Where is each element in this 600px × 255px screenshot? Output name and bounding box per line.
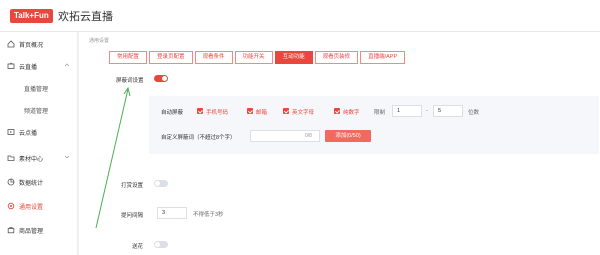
sidebar-item-label: 素材中心 bbox=[19, 157, 44, 163]
phone-checkbox[interactable] bbox=[197, 108, 203, 114]
custom-words-counter: 0/8 bbox=[305, 133, 312, 139]
block-words-panel: 自动屏蔽 手机号码 邮箱 英文字母 纯数字 限制 1 - 5 位数 自定义屏蔽词… bbox=[149, 96, 599, 154]
folder-icon bbox=[7, 155, 15, 161]
sidebar-item-vod[interactable]: 云点播 bbox=[0, 124, 78, 140]
settings-tabs: 常用配置 登录页配置 观看条件 功能开关 互动功能 观看页装修 直播端/APP bbox=[109, 51, 407, 64]
reward-label: 打赏设置 bbox=[121, 183, 144, 189]
sidebar-item-label: 商品管理 bbox=[19, 229, 44, 235]
limit-min-input[interactable]: 1 bbox=[392, 105, 422, 117]
chart-icon bbox=[7, 178, 15, 186]
sidebar-item-materials[interactable]: 素材中心 bbox=[0, 150, 78, 166]
flower-label: 送花 bbox=[132, 244, 144, 250]
sidebar-item-home[interactable]: 首页概况 bbox=[0, 36, 78, 52]
sidebar: 首页概况 云直播 直播管理 频道管理 云点播 素材中心 数据统计 通用设置 商品… bbox=[0, 32, 78, 255]
limit-max-input[interactable]: 5 bbox=[433, 105, 463, 117]
letters-checkbox[interactable] bbox=[283, 108, 289, 114]
breadcrumb: 通用设置 bbox=[89, 38, 110, 44]
digits-checkbox[interactable] bbox=[334, 108, 340, 114]
chevron-down-icon bbox=[64, 155, 70, 159]
shop-icon bbox=[7, 227, 15, 234]
tab-common-config[interactable]: 常用配置 bbox=[109, 51, 148, 64]
custom-words-label: 自定义屏蔽词（不超过8个字） bbox=[161, 135, 236, 141]
block-words-toggle[interactable] bbox=[154, 75, 168, 82]
sidebar-item-products[interactable]: 商品管理 bbox=[0, 222, 78, 238]
limit-label: 限制 bbox=[374, 110, 386, 116]
top-bar: Talk+Fun 欢拓云直播 bbox=[0, 0, 600, 32]
tab-viewing-conditions[interactable]: 观看条件 bbox=[194, 51, 233, 64]
email-checkbox-label: 邮箱 bbox=[256, 110, 268, 116]
sidebar-item-label: 云直播 bbox=[19, 65, 38, 71]
sidebar-item-live[interactable]: 云直播 bbox=[0, 58, 78, 74]
sidebar-item-label: 直播管理 bbox=[24, 87, 49, 93]
tab-login-page[interactable]: 登录页配置 bbox=[149, 51, 193, 64]
sidebar-item-general-settings[interactable]: 通用设置 bbox=[0, 198, 78, 214]
tab-interactive-features[interactable]: 互动功能 bbox=[274, 51, 313, 64]
phone-checkbox-label: 手机号码 bbox=[206, 110, 229, 116]
chevron-up-icon bbox=[64, 63, 70, 67]
auto-block-label: 自动屏蔽 bbox=[161, 110, 184, 116]
limit-separator: - bbox=[426, 108, 428, 114]
sidebar-item-label: 首页概况 bbox=[19, 43, 44, 49]
settings-icon bbox=[7, 202, 15, 210]
sidebar-item-label: 频道管理 bbox=[24, 109, 49, 115]
sidebar-item-label: 数据统计 bbox=[19, 181, 44, 187]
digits-checkbox-label: 纯数字 bbox=[343, 110, 360, 116]
limit-unit: 位数 bbox=[468, 110, 480, 116]
broadcast-icon bbox=[7, 62, 15, 69]
sidebar-item-statistics[interactable]: 数据统计 bbox=[0, 174, 78, 190]
question-interval-hint: 不得低于3秒 bbox=[193, 212, 224, 218]
app-title: 欢拓云直播 bbox=[58, 11, 113, 23]
sidebar-item-label: 云点播 bbox=[19, 131, 38, 137]
block-words-label: 屏蔽词设置 bbox=[116, 78, 144, 84]
main-content: 通用设置 常用配置 登录页配置 观看条件 功能开关 互动功能 观看页装修 直播端… bbox=[79, 32, 600, 255]
reward-toggle[interactable] bbox=[154, 180, 168, 187]
sidebar-item-label: 通用设置 bbox=[19, 205, 44, 211]
home-icon bbox=[7, 40, 15, 48]
tab-viewing-page-decor[interactable]: 观看页装修 bbox=[314, 51, 359, 64]
email-checkbox[interactable] bbox=[247, 108, 253, 114]
letters-checkbox-label: 英文字母 bbox=[292, 110, 315, 116]
play-icon bbox=[7, 129, 15, 135]
flower-toggle[interactable] bbox=[154, 241, 168, 248]
tab-feature-switches[interactable]: 功能开关 bbox=[234, 51, 273, 64]
sidebar-item-channel-management[interactable]: 频道管理 bbox=[0, 102, 78, 118]
question-interval-input[interactable]: 3 bbox=[157, 207, 187, 219]
add-block-word-button[interactable]: 添加(0/50) bbox=[325, 130, 371, 142]
sidebar-item-live-management[interactable]: 直播管理 bbox=[0, 80, 78, 96]
logo: Talk+Fun bbox=[10, 9, 53, 23]
tab-live-app[interactable]: 直播端/APP bbox=[360, 51, 406, 64]
question-interval-label: 提问间隔 bbox=[121, 213, 144, 219]
